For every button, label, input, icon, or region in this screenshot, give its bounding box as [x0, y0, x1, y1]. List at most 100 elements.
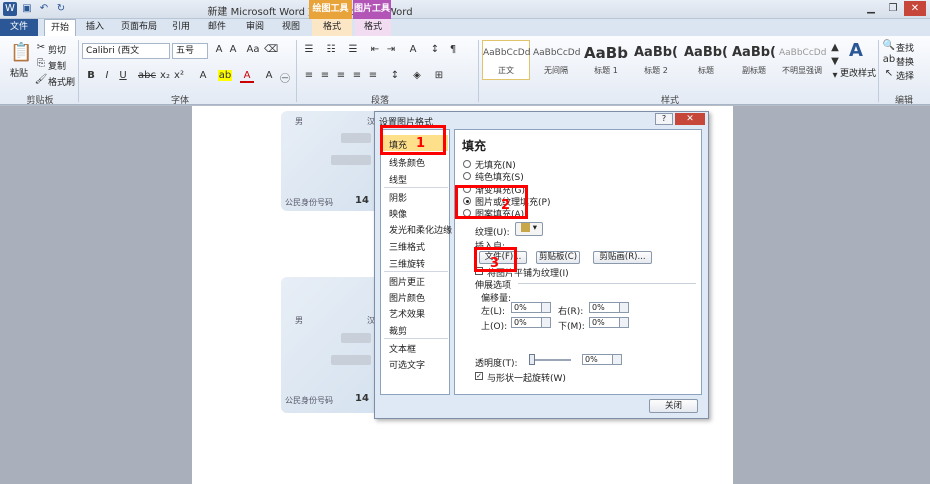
copy-label[interactable]: 复制: [48, 59, 66, 72]
paste-label[interactable]: 粘贴: [10, 66, 28, 79]
id-card-image[interactable]: 男 汉 公民身份号码 14: [281, 277, 381, 413]
chinese-layout-icon[interactable]: A: [406, 44, 420, 55]
select-icon[interactable]: ↖: [882, 68, 896, 79]
text-effects-icon[interactable]: A: [196, 70, 210, 81]
style-heading-1[interactable]: AaBb 标题 1: [582, 40, 630, 80]
solid-fill-label[interactable]: 纯色填充(S): [475, 170, 524, 183]
font-name-dropdown[interactable]: Calibri (西文: [82, 43, 170, 59]
offset-top-input[interactable]: 0%: [511, 317, 551, 328]
category-glow[interactable]: 发光和柔化边缘: [389, 223, 452, 236]
offset-right-input[interactable]: 0%: [589, 302, 629, 313]
style-title[interactable]: AaBb(标题: [682, 40, 730, 80]
category-picture-corrections[interactable]: 图片更正: [389, 275, 425, 288]
category-crop[interactable]: 裁剪: [389, 324, 407, 337]
tab-drawing-format[interactable]: 格式: [312, 19, 352, 36]
char-shading-icon[interactable]: A: [262, 70, 276, 81]
change-styles-icon[interactable]: A: [846, 40, 866, 61]
tab-home[interactable]: 开始: [44, 19, 76, 36]
tab-review[interactable]: 审阅: [240, 19, 270, 36]
texture-dropdown[interactable]: ▾: [515, 222, 543, 236]
category-line-color[interactable]: 线条颜色: [389, 156, 425, 169]
transparency-slider-track[interactable]: [529, 359, 571, 361]
category-picture-color[interactable]: 图片颜色: [389, 291, 425, 304]
no-fill-radio[interactable]: [463, 160, 471, 168]
change-case-icon[interactable]: Aa: [246, 44, 260, 55]
align-center-icon[interactable]: ≡: [318, 70, 332, 81]
category-alt-text[interactable]: 可选文字: [389, 358, 425, 371]
numbering-icon[interactable]: ☷: [324, 44, 338, 55]
cut-icon[interactable]: ✂: [34, 42, 48, 53]
id-card-image[interactable]: 男 汉 公民身份号码 14: [281, 111, 381, 211]
tab-references[interactable]: 引用: [166, 19, 196, 36]
tab-file[interactable]: 文件: [0, 19, 38, 36]
clipart-button[interactable]: 剪贴画(R)...: [593, 251, 652, 264]
style-no-spacing[interactable]: AaBbCcDd 无间隔: [532, 40, 580, 80]
italic-icon[interactable]: I: [100, 70, 114, 81]
transparency-input[interactable]: 0%: [582, 354, 622, 365]
subscript-icon[interactable]: x₂: [158, 70, 172, 81]
font-size-dropdown[interactable]: 五号: [172, 43, 208, 59]
category-artistic-effects[interactable]: 艺术效果: [389, 307, 425, 320]
style-normal[interactable]: AaBbCcDd 正文: [482, 40, 530, 80]
dialog-close-icon[interactable]: ✕: [675, 113, 705, 125]
format-painter-icon[interactable]: 🖌: [34, 74, 48, 85]
increase-indent-icon[interactable]: ⇥: [384, 44, 398, 55]
multilevel-list-icon[interactable]: ☰: [346, 44, 360, 55]
shrink-font-icon[interactable]: A: [226, 44, 240, 55]
distributed-icon[interactable]: ≡: [366, 70, 380, 81]
tab-insert[interactable]: 插入: [80, 19, 110, 36]
transparency-slider-thumb[interactable]: [529, 354, 535, 365]
shading-icon[interactable]: ◈: [410, 70, 424, 81]
offset-left-input[interactable]: 0%: [511, 302, 551, 313]
find-icon[interactable]: 🔍: [882, 40, 896, 51]
paste-icon[interactable]: 📋: [10, 42, 32, 63]
change-styles-label[interactable]: 更改样式: [840, 66, 876, 79]
close-button[interactable]: 关闭: [649, 399, 698, 413]
category-line-style[interactable]: 线型: [389, 173, 407, 186]
cut-label[interactable]: 剪切: [48, 43, 66, 56]
help-icon[interactable]: ?: [655, 113, 673, 125]
select-label[interactable]: 选择: [896, 69, 914, 82]
offset-bottom-input[interactable]: 0%: [589, 317, 629, 328]
style-heading-2[interactable]: AaBb(标题 2: [632, 40, 680, 80]
tab-page-layout[interactable]: 页面布局: [116, 19, 162, 36]
borders-icon[interactable]: ⊞: [432, 70, 446, 81]
style-subtle-emphasis[interactable]: AaBbCcDd 不明显强调: [778, 40, 826, 80]
category-text-box[interactable]: 文本框: [389, 342, 416, 355]
font-color-icon[interactable]: A: [240, 70, 254, 83]
grow-font-icon[interactable]: A: [212, 44, 226, 55]
style-subtitle[interactable]: AaBb(副标题: [730, 40, 778, 80]
underline-icon[interactable]: U: [116, 70, 130, 81]
replace-icon[interactable]: ab: [882, 54, 896, 65]
tab-picture-format[interactable]: 格式: [355, 19, 391, 36]
solid-fill-radio[interactable]: [463, 172, 471, 180]
category-3d-format[interactable]: 三维格式: [389, 240, 425, 253]
justify-icon[interactable]: ≡: [350, 70, 364, 81]
align-right-icon[interactable]: ≡: [334, 70, 348, 81]
tab-mailings[interactable]: 邮件: [202, 19, 232, 36]
rotate-with-shape-label[interactable]: 与形状一起旋转(W): [487, 371, 566, 384]
enclose-char-icon[interactable]: ㊀: [278, 70, 292, 85]
category-3d-rotation[interactable]: 三维旋转: [389, 257, 425, 270]
find-label[interactable]: 查找: [896, 41, 914, 54]
minimize-icon[interactable]: ▁: [860, 1, 882, 16]
clear-format-icon[interactable]: ⌫: [264, 44, 278, 55]
superscript-icon[interactable]: x²: [172, 70, 186, 81]
align-left-icon[interactable]: ≡: [302, 70, 316, 81]
clipboard-button[interactable]: 剪贴板(C): [536, 251, 580, 264]
rotate-with-shape-checkbox[interactable]: ✓: [475, 372, 483, 380]
restore-icon[interactable]: ❐: [882, 1, 904, 16]
show-marks-icon[interactable]: ¶: [446, 44, 460, 55]
highlight-icon[interactable]: ab: [218, 70, 232, 81]
strikethrough-icon[interactable]: abc: [138, 70, 156, 81]
category-shadow[interactable]: 阴影: [389, 191, 407, 204]
replace-label[interactable]: 替换: [896, 55, 914, 68]
bullets-icon[interactable]: ☰: [302, 44, 316, 55]
sort-icon[interactable]: ↕: [428, 44, 442, 55]
close-window-icon[interactable]: ✕: [904, 1, 926, 16]
tab-view[interactable]: 视图: [276, 19, 306, 36]
line-spacing-icon[interactable]: ↕: [388, 70, 402, 81]
copy-icon[interactable]: ⎘: [34, 58, 48, 69]
bold-icon[interactable]: B: [84, 70, 98, 81]
format-painter-label[interactable]: 格式刷: [48, 75, 75, 88]
